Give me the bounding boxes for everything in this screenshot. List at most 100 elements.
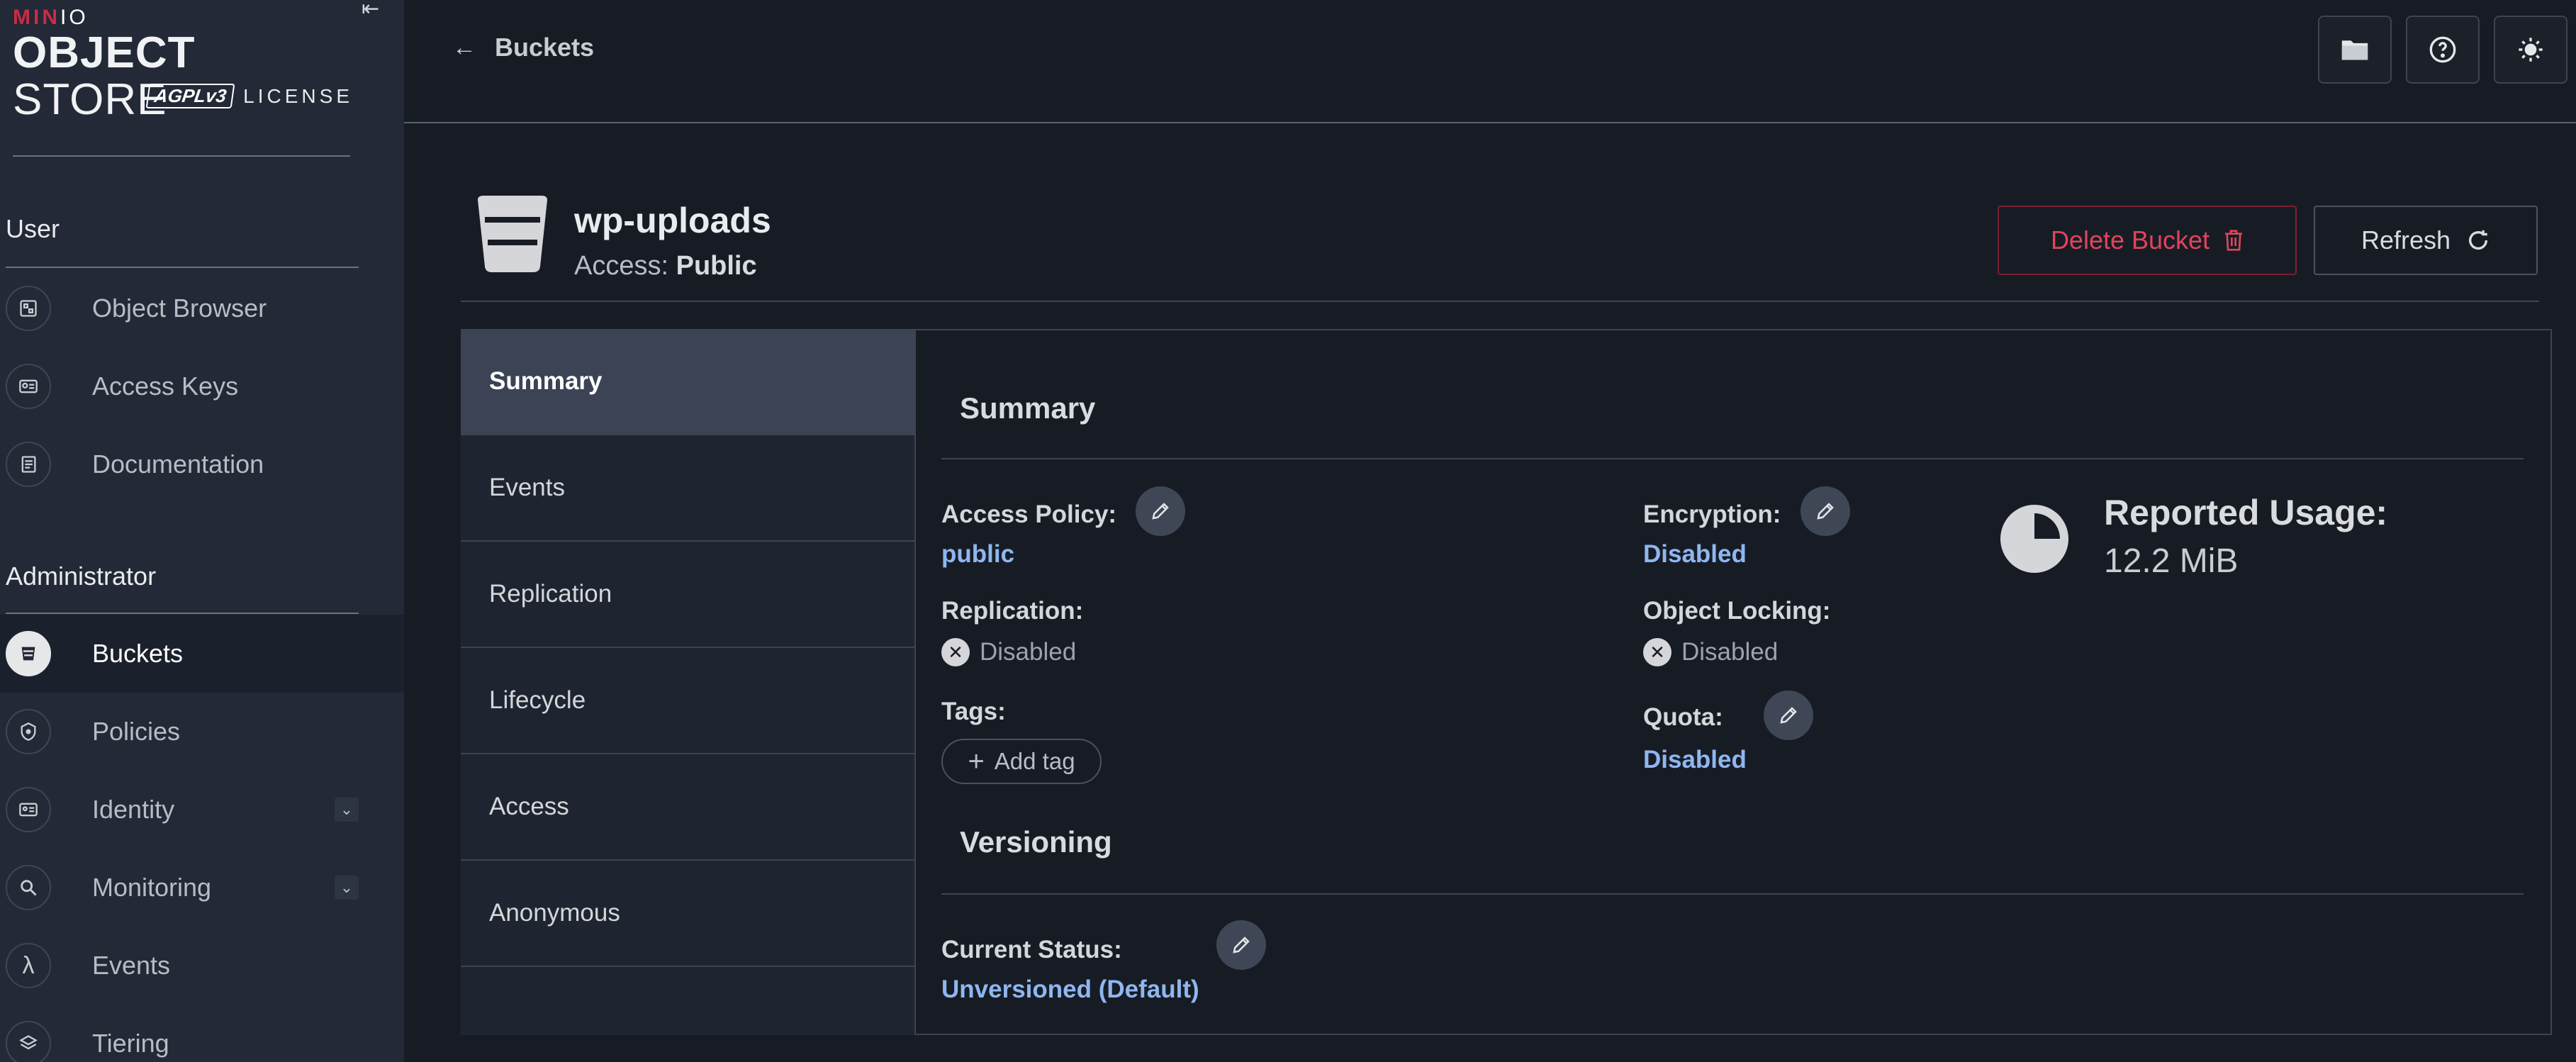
pencil-icon — [1152, 503, 1169, 520]
refresh-icon — [2469, 230, 2488, 250]
tab-events[interactable]: Events — [461, 435, 914, 542]
tags-label: Tags: — [941, 698, 1006, 725]
monitor-search-icon — [6, 865, 51, 910]
lambda-icon: λ — [6, 943, 51, 988]
sidebar-item-label: Policies — [92, 717, 181, 746]
sidebar-item-tiering[interactable]: Tiering — [0, 1005, 404, 1062]
tab-anonymous[interactable]: Anonymous — [461, 861, 914, 967]
sidebar-item-label: Events — [92, 951, 171, 980]
pencil-icon — [1780, 707, 1797, 724]
pencil-icon — [1817, 503, 1834, 520]
id-card-icon — [6, 787, 51, 832]
collapse-sidebar-icon[interactable]: ⇤ — [362, 0, 390, 21]
tab-summary[interactable]: Summary — [461, 329, 914, 435]
divider — [6, 613, 359, 614]
sun-icon — [2519, 38, 2543, 62]
license: AGPLv3 LICENSE — [145, 84, 353, 108]
object-browser-icon — [6, 286, 51, 331]
documentation-icon — [6, 442, 51, 487]
help-button[interactable] — [2406, 16, 2480, 84]
theme-toggle-button[interactable] — [2494, 16, 2567, 84]
chevron-down-icon[interactable]: ⌄ — [335, 798, 359, 822]
folder-button[interactable] — [2318, 16, 2392, 84]
sidebar: MINIO OBJECT STORE AGPLv3 LICENSE ⇤ User… — [0, 0, 404, 1062]
sidebar-item-events[interactable]: λ Events — [0, 927, 404, 1005]
brand-suffix: IO — [60, 6, 89, 29]
delete-bucket-button[interactable]: Delete Bucket — [1998, 206, 2297, 275]
bucket-icon — [478, 196, 547, 272]
sidebar-item-label: Identity — [92, 795, 175, 824]
disabled-x-icon: ✕ — [941, 638, 970, 666]
top-bar: ← Buckets — [404, 0, 2576, 123]
help-icon — [2429, 36, 2456, 63]
versioning-status-label: Current Status: — [941, 936, 1122, 963]
quota-value: Disabled — [1643, 746, 1747, 773]
product-title: OBJECT STORE — [13, 28, 196, 124]
encryption-label: Encryption: — [1643, 501, 1781, 528]
sidebar-item-monitoring[interactable]: Monitoring ⌄ — [0, 849, 404, 927]
reported-usage-label: Reported Usage: — [2104, 493, 2388, 532]
license-text: LICENSE — [243, 84, 353, 107]
edit-versioning-button[interactable] — [1216, 920, 1266, 970]
edit-access-policy-button[interactable] — [1136, 486, 1185, 536]
back-label: Buckets — [495, 33, 595, 62]
sidebar-item-access-keys[interactable]: Access Keys — [0, 347, 404, 425]
divider — [941, 458, 2524, 459]
sidebar-item-buckets[interactable]: Buckets — [0, 615, 404, 693]
divider — [6, 267, 359, 268]
access-policy-value[interactable]: public — [941, 540, 1014, 569]
tab-list: Summary Events Replication Lifecycle Acc… — [461, 329, 916, 1035]
sidebar-item-label: Tiering — [92, 1029, 169, 1058]
bucket-access: Access: Public — [574, 251, 757, 281]
encryption-value: Disabled — [1643, 540, 1747, 568]
sidebar-item-policies[interactable]: Policies — [0, 693, 404, 771]
back-to-buckets-button[interactable]: ← Buckets — [452, 33, 594, 62]
sidebar-item-label: Object Browser — [92, 294, 267, 323]
versioning-status-value: Unversioned (Default) — [941, 976, 1199, 1003]
divider — [461, 301, 2539, 302]
layers-icon — [6, 1021, 51, 1062]
disabled-x-icon: ✕ — [1643, 638, 1671, 666]
usage-pie-icon — [2000, 505, 2068, 573]
tab-lifecycle[interactable]: Lifecycle — [461, 648, 914, 754]
tab-replication[interactable]: Replication — [461, 542, 914, 648]
delete-bucket-label: Delete Bucket — [2050, 225, 2210, 255]
divider — [941, 893, 2524, 895]
add-tag-button[interactable]: + Add tag — [941, 739, 1102, 784]
divider — [13, 155, 350, 157]
bucket-icon — [6, 631, 51, 676]
brand-prefix: MIN — [13, 6, 60, 29]
access-policy-label: Access Policy: — [941, 501, 1117, 528]
pencil-icon — [1233, 937, 1250, 954]
edit-encryption-button[interactable] — [1801, 486, 1850, 536]
shield-icon — [6, 709, 51, 754]
reported-usage-value: 12.2 MiB — [2104, 542, 2239, 580]
replication-status: ✕ Disabled — [941, 638, 1076, 666]
plus-icon: + — [968, 746, 985, 777]
sidebar-item-label: Monitoring — [92, 873, 212, 902]
arrow-left-icon: ← — [452, 33, 476, 61]
sidebar-item-label: Access Keys — [92, 371, 239, 401]
sidebar-item-identity[interactable]: Identity ⌄ — [0, 771, 404, 849]
replication-label: Replication: — [941, 597, 1084, 625]
sidebar-item-documentation[interactable]: Documentation — [0, 425, 404, 503]
summary-title: Summary — [960, 391, 1096, 425]
object-locking-status: ✕ Disabled — [1643, 638, 1778, 666]
tab-access[interactable]: Access — [461, 754, 914, 861]
minio-logo: MINIO OBJECT STORE AGPLv3 LICENSE — [13, 6, 353, 123]
chevron-down-icon[interactable]: ⌄ — [335, 876, 359, 900]
sidebar-item-label: Buckets — [92, 639, 184, 668]
access-keys-icon — [6, 364, 51, 409]
trash-icon — [2225, 230, 2243, 251]
refresh-button[interactable]: Refresh — [2314, 206, 2538, 275]
sidebar-item-label: Documentation — [92, 449, 264, 479]
versioning-title: Versioning — [960, 825, 1112, 859]
section-heading-user: User — [6, 214, 60, 243]
edit-quota-button[interactable] — [1764, 691, 1813, 740]
refresh-label: Refresh — [2361, 225, 2451, 255]
sidebar-item-object-browser[interactable]: Object Browser — [0, 269, 404, 347]
section-heading-administrator: Administrator — [6, 561, 157, 591]
agpl-badge: AGPLv3 — [145, 84, 235, 108]
folder-icon — [2341, 40, 2368, 60]
bucket-name: wp-uploads — [574, 201, 771, 240]
